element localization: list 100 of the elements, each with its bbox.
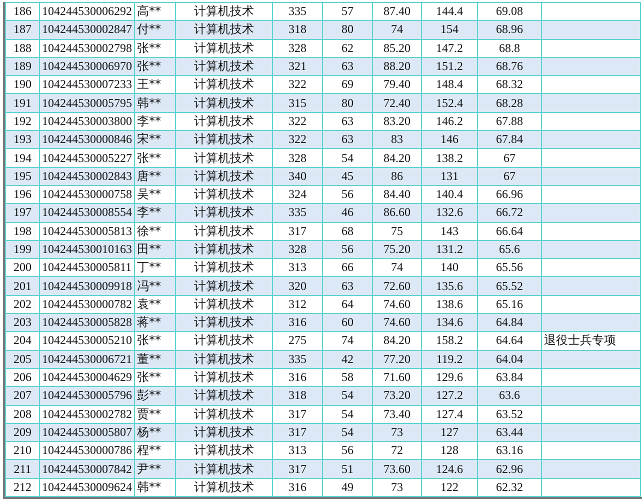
table-cell: 张** (134, 39, 176, 58)
table-cell: 49 (322, 478, 372, 497)
table-cell: 151.2 (422, 57, 478, 76)
table-cell: 84.20 (372, 332, 422, 350)
table-cell: 68.76 (478, 57, 542, 76)
table-cell: 328 (272, 240, 322, 259)
table-cell: 64.64 (478, 332, 542, 350)
table-cell: 211 (6, 460, 40, 478)
table-cell: 计算机技术 (176, 314, 272, 332)
table-cell: 唐** (134, 167, 176, 186)
table-cell: 75.20 (372, 240, 422, 259)
table-cell: 143 (422, 222, 478, 240)
table-cell: 68.28 (478, 94, 542, 112)
table-cell: 191 (6, 94, 40, 112)
table-cell: 计算机技术 (176, 423, 272, 442)
table-cell: 计算机技术 (176, 167, 272, 186)
table-cell: 134.6 (422, 314, 478, 332)
table-cell: 147.2 (422, 39, 478, 58)
table-cell: 75 (372, 222, 422, 240)
table-cell: 田** (134, 240, 176, 259)
table-cell: 158.2 (422, 332, 478, 350)
table-cell: 45 (322, 167, 372, 186)
table-cell: 212 (6, 478, 40, 497)
table-cell: 138.2 (422, 148, 478, 168)
table-cell: 计算机技术 (176, 39, 272, 58)
table-cell: 彭** (134, 386, 176, 406)
table-cell: 104244530005796 (40, 386, 134, 406)
table-cell: 68.8 (478, 39, 542, 58)
table-cell: 328 (272, 39, 322, 58)
table-cell: 尹** (134, 460, 176, 478)
table-cell: 张** (134, 57, 176, 76)
table-cell: 199 (6, 240, 40, 259)
table-cell: 付** (134, 20, 176, 40)
table-cell: 122 (422, 478, 478, 497)
table-cell: 42 (322, 350, 372, 368)
table-cell: 104244530005227 (40, 148, 134, 168)
table-cell: 计算机技术 (176, 204, 272, 222)
table-cell: 88.20 (372, 57, 422, 76)
table-cell: 贾** (134, 405, 176, 424)
table-cell: 104244530000846 (40, 130, 134, 149)
table-cell: 63 (322, 57, 372, 76)
table-cell: 104244530002798 (40, 39, 134, 58)
table-cell: 张** (134, 148, 176, 168)
table-cell: 104244530006721 (40, 350, 134, 368)
table-cell: 73.60 (372, 460, 422, 478)
table-cell: 73.20 (372, 386, 422, 406)
table-cell: 187 (6, 20, 40, 40)
table-cell: 65.6 (478, 240, 542, 259)
table-cell: 54 (322, 405, 372, 424)
table-cell: 104244530002847 (40, 20, 134, 40)
table-cell: 275 (272, 332, 322, 350)
table-cell: 韩** (134, 478, 176, 497)
table-cell: 54 (322, 423, 372, 442)
table-cell: 194 (6, 148, 40, 168)
table-cell: 320 (272, 276, 322, 296)
table-cell: 计算机技术 (176, 130, 272, 149)
table-cell: 蒋** (134, 314, 176, 332)
table-cell: 104244530002782 (40, 405, 134, 424)
table-cell: 335 (272, 204, 322, 222)
table-cell: 74 (372, 20, 422, 40)
table-cell: 计算机技术 (176, 57, 272, 76)
table-cell: 67 (478, 148, 542, 168)
table-cell: 317 (272, 222, 322, 240)
table-cell: 193 (6, 130, 40, 149)
table-cell: 104244530007842 (40, 460, 134, 478)
table-cell: 董** (134, 350, 176, 368)
table-cell: 340 (272, 167, 322, 186)
table-cell: 104244530009624 (40, 478, 134, 497)
table-cell: 154 (422, 20, 478, 40)
table-cell: 杨** (134, 423, 176, 442)
table-cell: 318 (272, 20, 322, 40)
table-cell: 104244530002843 (40, 167, 134, 186)
table-cell: 203 (6, 314, 40, 332)
table-cell: 335 (272, 350, 322, 368)
table-cell: 204 (6, 332, 40, 350)
table-cell: 62 (322, 39, 372, 58)
table-cell: 63.6 (478, 386, 542, 406)
table-cell: 63.52 (478, 405, 542, 424)
table-cell: 冯** (134, 276, 176, 296)
table-cell: 51 (322, 460, 372, 478)
table-cell: 计算机技术 (176, 276, 272, 296)
table-cell: 104244530005210 (40, 332, 134, 350)
table-cell: 198 (6, 222, 40, 240)
table-cell: 77.20 (372, 350, 422, 368)
table-cell: 计算机技术 (176, 94, 272, 112)
table-cell: 104244530005807 (40, 423, 134, 442)
table-cell: 67 (478, 167, 542, 186)
table-cell: 85.20 (372, 39, 422, 58)
table-cell: 54 (322, 148, 372, 168)
table-cell: 318 (272, 386, 322, 406)
table-cell: 146 (422, 130, 478, 149)
table-cell: 104244530005828 (40, 314, 134, 332)
table-cell: 计算机技术 (176, 405, 272, 424)
table-cell: 67.84 (478, 130, 542, 149)
table-cell: 207 (6, 386, 40, 406)
table-cell: 83 (372, 130, 422, 149)
table-cell: 46 (322, 204, 372, 222)
table-cell: 计算机技术 (176, 148, 272, 168)
table-cell: 62.96 (478, 460, 542, 478)
table-cell: 62.32 (478, 478, 542, 497)
